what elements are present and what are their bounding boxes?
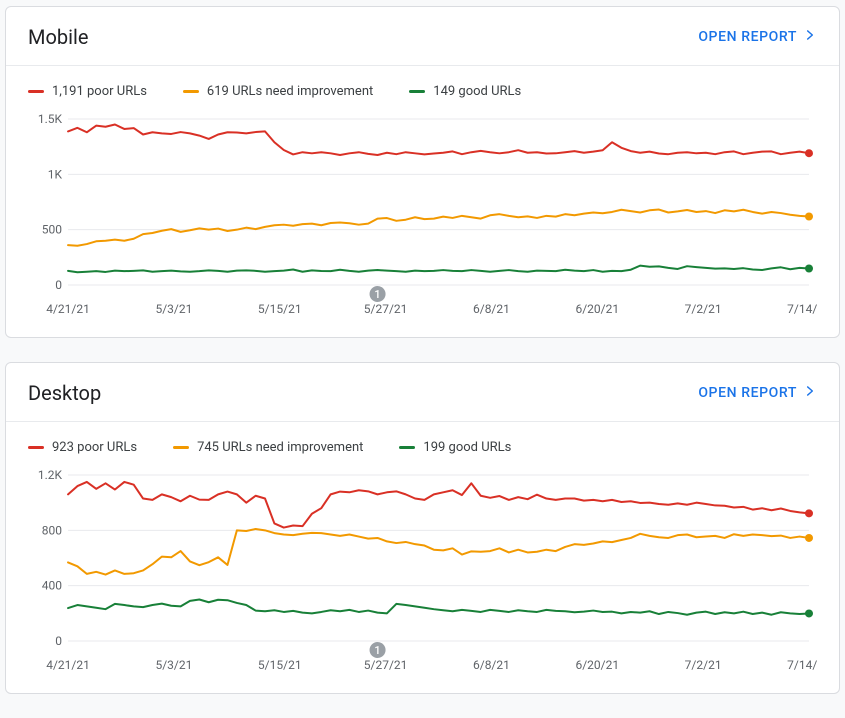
card-title: Mobile	[28, 25, 88, 49]
open-report-link[interactable]: OPEN REPORT	[698, 384, 817, 402]
svg-text:1: 1	[374, 644, 380, 657]
svg-text:400: 400	[42, 579, 63, 593]
series-need-end-dot	[805, 212, 813, 220]
series-good	[68, 266, 809, 273]
open-report-label: OPEN REPORT	[698, 29, 797, 45]
chart-legend: 1,191 poor URLs 619 URLs need improvement…	[6, 66, 839, 105]
series-good-end-dot	[805, 265, 813, 273]
legend-label: 1,191 poor URLs	[52, 84, 147, 99]
svg-text:500: 500	[42, 223, 63, 237]
legend-label: 149 good URLs	[433, 84, 521, 99]
chart: 0 500 1K 1.5K 1 4/21/21 5/3/21 5/15/21 5/27/21 6/…	[6, 105, 839, 337]
x-tick-label: 6/20/21	[575, 302, 619, 316]
series-poor	[68, 482, 809, 528]
series-poor-end-dot	[805, 509, 813, 517]
x-tick-label: 7/2/21	[685, 658, 722, 672]
svg-text:1K: 1K	[48, 167, 63, 181]
legend-item-poor: 923 poor URLs	[28, 440, 137, 455]
series-need	[68, 210, 809, 246]
series-need-end-dot	[805, 534, 813, 542]
good-swatch	[409, 90, 425, 93]
chevron-right-icon	[797, 384, 817, 402]
svg-text:800: 800	[42, 523, 63, 537]
x-tick-label: 4/21/21	[46, 302, 90, 316]
series-poor	[68, 125, 809, 155]
legend-label: 745 URLs need improvement	[197, 440, 363, 455]
poor-swatch	[28, 446, 44, 449]
legend-label: 199 good URLs	[423, 440, 511, 455]
open-report-link[interactable]: OPEN REPORT	[698, 28, 817, 46]
legend-label: 619 URLs need improvement	[207, 84, 373, 99]
open-report-label: OPEN REPORT	[698, 385, 797, 401]
need-swatch	[173, 446, 189, 449]
x-tick-label: 5/27/21	[364, 658, 408, 672]
x-tick-label: 5/3/21	[155, 658, 192, 672]
legend-item-good: 199 good URLs	[399, 440, 511, 455]
x-tick-label: 7/14/21	[787, 302, 817, 316]
series-poor-end-dot	[805, 149, 813, 157]
card-header: Desktop OPEN REPORT	[6, 363, 839, 422]
chart-legend: 923 poor URLs 745 URLs need improvement 19…	[6, 422, 839, 461]
legend-item-good: 149 good URLs	[409, 84, 521, 99]
x-tick-label: 5/15/21	[258, 302, 302, 316]
chevron-right-icon	[797, 28, 817, 46]
series-good	[68, 600, 809, 615]
legend-item-need: 745 URLs need improvement	[173, 440, 363, 455]
x-tick-label: 7/14/21	[787, 658, 817, 672]
series-need	[68, 529, 809, 575]
card-title: Desktop	[28, 381, 101, 405]
svg-text:1.2K: 1.2K	[38, 468, 63, 482]
event-marker: 1	[370, 642, 386, 658]
x-tick-label: 5/27/21	[364, 302, 408, 316]
report-card: Mobile OPEN REPORT 1,191 poor URLs 619 URLs…	[5, 6, 840, 338]
card-header: Mobile OPEN REPORT	[6, 7, 839, 66]
x-tick-label: 6/8/21	[473, 302, 510, 316]
x-tick-label: 6/20/21	[575, 658, 619, 672]
series-good-end-dot	[805, 609, 813, 617]
poor-swatch	[28, 90, 44, 93]
need-swatch	[183, 90, 199, 93]
x-tick-label: 6/8/21	[473, 658, 510, 672]
good-swatch	[399, 446, 415, 449]
chart: 0 400 800 1.2K 1 4/21/21 5/3/21 5/15/21 5/27/21 6…	[6, 461, 839, 693]
svg-text:0: 0	[55, 634, 62, 648]
event-marker: 1	[370, 286, 386, 302]
legend-label: 923 poor URLs	[52, 440, 137, 455]
x-tick-label: 4/21/21	[46, 658, 90, 672]
x-tick-label: 7/2/21	[685, 302, 722, 316]
svg-text:1: 1	[374, 288, 380, 301]
legend-item-need: 619 URLs need improvement	[183, 84, 373, 99]
report-card: Desktop OPEN REPORT 923 poor URLs 745 URLs …	[5, 362, 840, 694]
x-tick-label: 5/15/21	[258, 658, 302, 672]
x-tick-label: 5/3/21	[155, 302, 192, 316]
legend-item-poor: 1,191 poor URLs	[28, 84, 147, 99]
svg-text:1.5K: 1.5K	[38, 112, 63, 126]
svg-text:0: 0	[55, 278, 62, 292]
